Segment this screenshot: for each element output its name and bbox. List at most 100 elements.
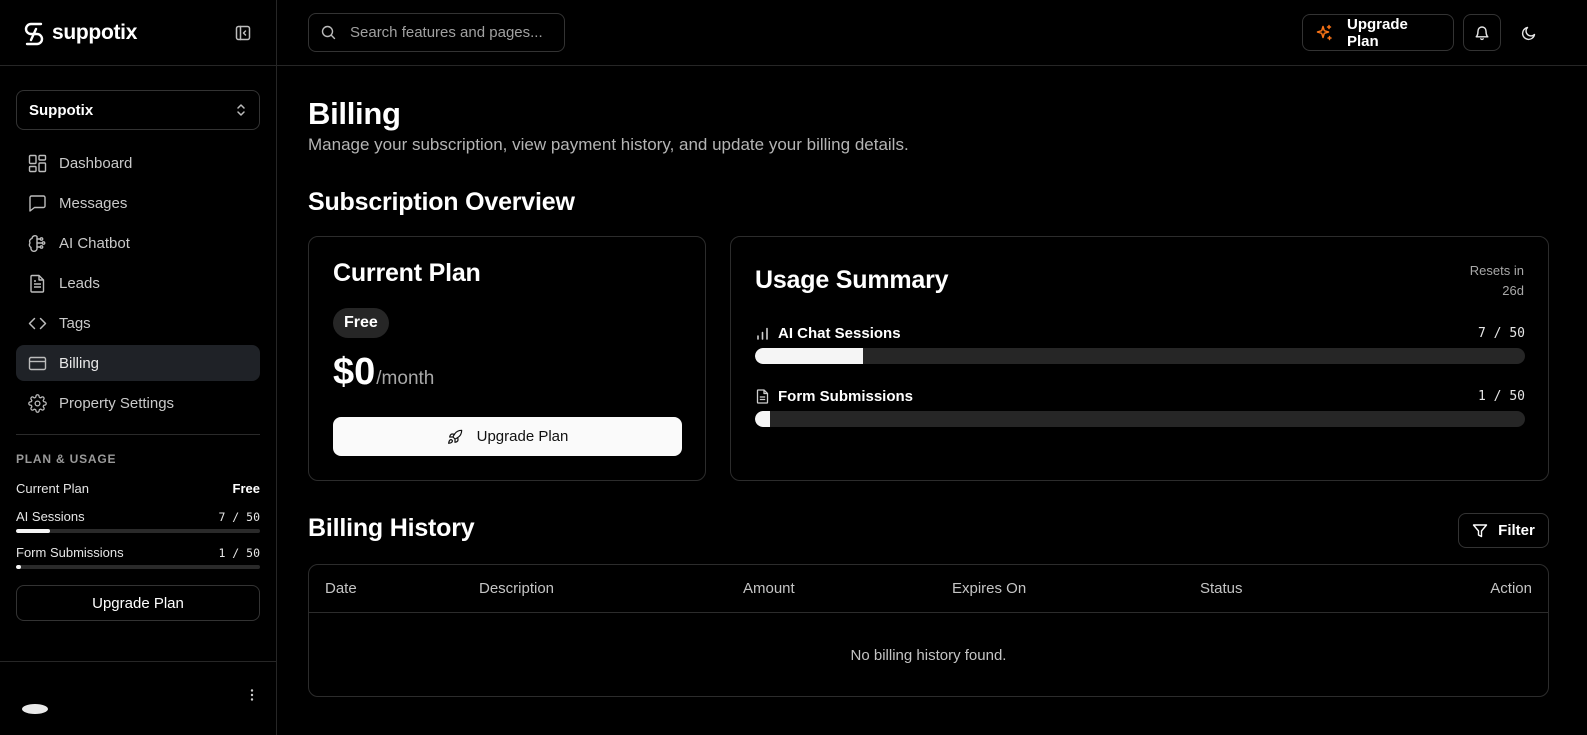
bar-chart-icon — [755, 326, 770, 341]
current-plan-row: Current Plan Free — [16, 481, 260, 496]
form-submissions-value: 1 / 50 — [218, 545, 260, 560]
chevrons-up-down-icon — [235, 103, 247, 117]
theme-toggle-button[interactable] — [1510, 14, 1548, 51]
ai-sessions-row: AI Sessions 7 / 50 — [16, 509, 260, 524]
sidebar-divider — [16, 434, 260, 435]
column-header-description: Description — [479, 580, 555, 597]
ai-sessions-progress — [16, 529, 260, 533]
ai-chat-sessions-progress — [755, 348, 1525, 364]
usage-item-count: 7 / 50 — [1478, 326, 1525, 341]
sidebar-brand: suppotix — [0, 0, 276, 66]
usage-item-form-submissions: Form Submissions 1 / 50 — [755, 388, 1525, 405]
ai-sessions-label: AI Sessions — [16, 509, 85, 524]
resets-label: Resets in — [1469, 263, 1524, 278]
sidebar-item-label: Messages — [59, 194, 128, 212]
column-header-amount: Amount — [743, 580, 795, 597]
workspace-switcher[interactable]: Suppotix — [16, 90, 260, 130]
sidebar: suppotix Suppotix Dashboard Messages AI … — [0, 0, 277, 735]
current-plan-card: Current Plan Free $0 /month Upgrade Plan — [308, 236, 706, 481]
sidebar-item-property-settings[interactable]: Property Settings — [16, 385, 260, 421]
usage-item-label: AI Chat Sessions — [755, 325, 901, 342]
avatar[interactable] — [22, 704, 48, 714]
current-plan-label: Current Plan — [16, 481, 89, 496]
top-header: Upgrade Plan — [277, 0, 1587, 66]
current-plan-value: Free — [232, 481, 260, 496]
brand-name: suppotix — [52, 20, 138, 44]
resets-value: 26d — [1502, 283, 1524, 298]
sidebar-item-label: Billing — [59, 354, 100, 372]
search-icon — [321, 25, 336, 40]
notifications-button[interactable] — [1463, 14, 1501, 51]
ai-sessions-value: 7 / 50 — [218, 509, 260, 524]
ai-chat-sessions-progress-fill — [755, 348, 863, 364]
sidebar-item-label: Tags — [59, 314, 91, 332]
bell-icon — [1474, 25, 1490, 41]
sidebar-item-label: Dashboard — [59, 154, 133, 172]
file-text-icon — [28, 274, 47, 293]
sidebar-bottom-divider — [0, 661, 276, 662]
sidebar-item-ai-chatbot[interactable]: AI Chatbot — [16, 225, 260, 261]
column-header-action: Action — [1490, 580, 1532, 597]
more-vertical-icon — [250, 689, 254, 701]
filter-label: Filter — [1498, 522, 1535, 539]
form-submissions-row: Form Submissions 1 / 50 — [16, 545, 260, 560]
sidebar-item-label: Leads — [59, 274, 100, 292]
sidebar-collapse-button[interactable] — [232, 22, 254, 44]
header-upgrade-button[interactable]: Upgrade Plan — [1302, 14, 1454, 51]
search-box[interactable] — [308, 13, 565, 52]
header-upgrade-label: Upgrade Plan — [1347, 15, 1408, 50]
message-square-icon — [28, 194, 47, 213]
form-submissions-progress — [16, 565, 260, 569]
column-header-status: Status — [1200, 580, 1243, 597]
table-header: Date Description Amount Expires On Statu… — [309, 565, 1548, 613]
credit-card-icon — [28, 354, 47, 373]
column-header-date: Date — [325, 580, 357, 597]
plan-usage-heading: PLAN & USAGE — [16, 452, 117, 466]
ai-sessions-progress-fill — [16, 529, 51, 533]
sidebar-item-tags[interactable]: Tags — [16, 305, 260, 341]
user-menu-button[interactable] — [244, 686, 260, 704]
usage-summary-title: Usage Summary — [755, 266, 949, 294]
search-input[interactable] — [350, 24, 550, 41]
billing-history-heading: Billing History — [308, 514, 475, 542]
plan-upgrade-label: Upgrade Plan — [476, 428, 569, 445]
form-submissions-progress-fill — [16, 565, 21, 569]
usage-item-label: Form Submissions — [755, 388, 913, 405]
suppotix-logo-icon — [22, 20, 46, 46]
sidebar-nav: Dashboard Messages AI Chatbot Leads Tags… — [16, 145, 260, 425]
code-icon — [28, 314, 47, 333]
sidebar-item-dashboard[interactable]: Dashboard — [16, 145, 260, 181]
sidebar-item-leads[interactable]: Leads — [16, 265, 260, 301]
column-header-expires-on: Expires On — [952, 580, 1027, 597]
gear-icon — [28, 393, 47, 413]
billing-history-table: Date Description Amount Expires On Statu… — [308, 564, 1549, 697]
form-submissions-usage-progress — [755, 411, 1525, 427]
panel-left-icon — [235, 25, 251, 41]
filter-icon — [1472, 523, 1488, 539]
usage-item-text: Form Submissions — [778, 388, 914, 405]
empty-state-text: No billing history found. — [850, 647, 1007, 664]
filter-button[interactable]: Filter — [1458, 513, 1549, 548]
plan-upgrade-button[interactable]: Upgrade Plan — [333, 417, 682, 456]
file-text-icon — [755, 389, 770, 404]
usage-item-count: 1 / 50 — [1478, 389, 1525, 404]
brain-icon — [28, 234, 47, 253]
sparkles-icon — [1315, 24, 1333, 42]
form-submissions-label: Form Submissions — [16, 545, 124, 560]
usage-item-ai-chat-sessions: AI Chat Sessions 7 / 50 — [755, 325, 1525, 342]
sidebar-item-label: AI Chatbot — [59, 234, 130, 252]
sidebar-item-label: Property Settings — [59, 394, 175, 412]
plan-price: $0 /month — [333, 351, 434, 394]
subscription-overview-heading: Subscription Overview — [308, 188, 575, 216]
dashboard-icon — [28, 154, 47, 173]
moon-icon — [1521, 25, 1537, 41]
sidebar-item-messages[interactable]: Messages — [16, 185, 260, 221]
brand-logo[interactable]: suppotix — [22, 20, 137, 46]
rocket-icon — [447, 429, 463, 445]
current-plan-title: Current Plan — [333, 259, 481, 287]
price-amount: $0 — [333, 351, 376, 393]
sidebar-item-billing[interactable]: Billing — [16, 345, 260, 381]
usage-summary-card: Usage Summary Resets in 26d AI Chat Sess… — [730, 236, 1549, 481]
page-title: Billing — [308, 96, 401, 131]
sidebar-upgrade-button[interactable]: Upgrade Plan — [16, 585, 260, 621]
